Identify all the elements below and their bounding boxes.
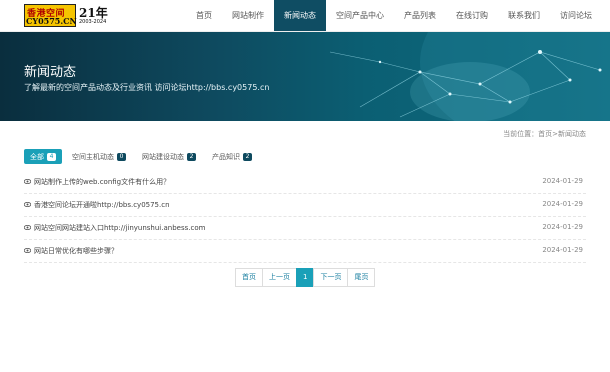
tab-label: 全部 (30, 152, 44, 161)
site-logo[interactable]: 香港空间 CY0575.CN 21年 2003-2024 (24, 4, 108, 27)
list-item: 网站制作上传的web.config文件有什么用？ 2024-01-29 (24, 171, 586, 194)
page-last-button[interactable]: 尾页 (347, 268, 376, 287)
tab-count-badge: 0 (117, 152, 126, 161)
article-date: 2024-01-29 (542, 223, 583, 231)
article-list: 网站制作上传的web.config文件有什么用？ 2024-01-29 香港空间… (24, 171, 586, 263)
article-title-link[interactable]: 香港空间论坛开通啦http://bbs.cy0575.cn (34, 200, 170, 210)
tab-label: 空间主机动态 (72, 152, 114, 161)
article-date: 2024-01-29 (542, 246, 583, 254)
page-first-button[interactable]: 首页 (235, 268, 263, 287)
tab-count-badge: 2 (187, 152, 196, 161)
nav-item-contact[interactable]: 联系我们 (498, 0, 550, 31)
article-title-link[interactable]: 网站日常优化有哪些步骤？ (34, 246, 118, 256)
eye-icon (24, 202, 31, 207)
banner-network-graphic (329, 32, 610, 121)
page-banner: 新闻动态 了解最新的空间产品动态及行业资讯 访问论坛http://bbs.cy0… (0, 32, 610, 121)
nav-item-home[interactable]: 首页 (186, 0, 222, 31)
logo-badge: 香港空间 CY0575.CN (24, 4, 77, 27)
tab-hosting-news[interactable]: 空间主机动态 0 (66, 149, 132, 164)
eye-icon (24, 179, 31, 184)
page-title: 新闻动态 (24, 65, 77, 80)
main-nav: 首页 网站制作 新闻动态 空间产品中心 产品列表 在线订购 联系我们 访问论坛 (186, 0, 602, 31)
nav-item-product-list[interactable]: 产品列表 (394, 0, 446, 31)
page-next-button[interactable]: 下一页 (313, 268, 349, 287)
nav-item-products-center[interactable]: 空间产品中心 (326, 0, 394, 31)
logo-years: 2003-2024 (79, 19, 107, 25)
category-tabs: 全部 4 空间主机动态 0 网站建设动态 2 产品知识 2 (24, 149, 262, 164)
tab-all[interactable]: 全部 4 (24, 149, 62, 164)
tab-count-badge: 4 (47, 152, 56, 161)
page-subtitle: 了解最新的空间产品动态及行业资讯 访问论坛http://bbs.cy0575.c… (24, 83, 270, 92)
tab-label: 网站建设动态 (142, 152, 184, 161)
eye-icon (24, 225, 31, 230)
page-prev-button[interactable]: 上一页 (262, 268, 297, 287)
tab-label: 产品知识 (212, 152, 240, 161)
pagination: 首页 上一页 1 下一页 尾页 (235, 268, 376, 287)
nav-item-order-online[interactable]: 在线订购 (446, 0, 498, 31)
tab-count-badge: 2 (243, 152, 252, 161)
article-date: 2024-01-29 (542, 200, 583, 208)
site-header: 香港空间 CY0575.CN 21年 2003-2024 首页 网站制作 新闻动… (0, 0, 610, 32)
page-number-button[interactable]: 1 (296, 268, 315, 287)
logo-bottom-text: CY0575.CN (26, 16, 77, 26)
list-item: 香港空间论坛开通啦http://bbs.cy0575.cn 2024-01-29 (24, 194, 586, 217)
nav-item-website-build[interactable]: 网站制作 (222, 0, 274, 31)
tab-website-news[interactable]: 网站建设动态 2 (136, 149, 202, 164)
nav-item-news[interactable]: 新闻动态 (274, 0, 326, 31)
eye-icon (24, 248, 31, 253)
article-title-link[interactable]: 网站空间网站建站入口http://jinyunshui.anbess.com (34, 223, 205, 233)
breadcrumb: 当前位置：首页>新闻动态 (503, 130, 586, 138)
logo-anniversary: 21年 2003-2024 (78, 4, 108, 26)
list-item: 网站日常优化有哪些步骤？ 2024-01-29 (24, 240, 586, 263)
list-item: 网站空间网站建站入口http://jinyunshui.anbess.com 2… (24, 217, 586, 240)
nav-item-forum[interactable]: 访问论坛 (550, 0, 602, 31)
article-title-link[interactable]: 网站制作上传的web.config文件有什么用？ (34, 177, 170, 187)
tab-product-knowledge[interactable]: 产品知识 2 (206, 149, 258, 164)
article-date: 2024-01-29 (542, 177, 583, 185)
